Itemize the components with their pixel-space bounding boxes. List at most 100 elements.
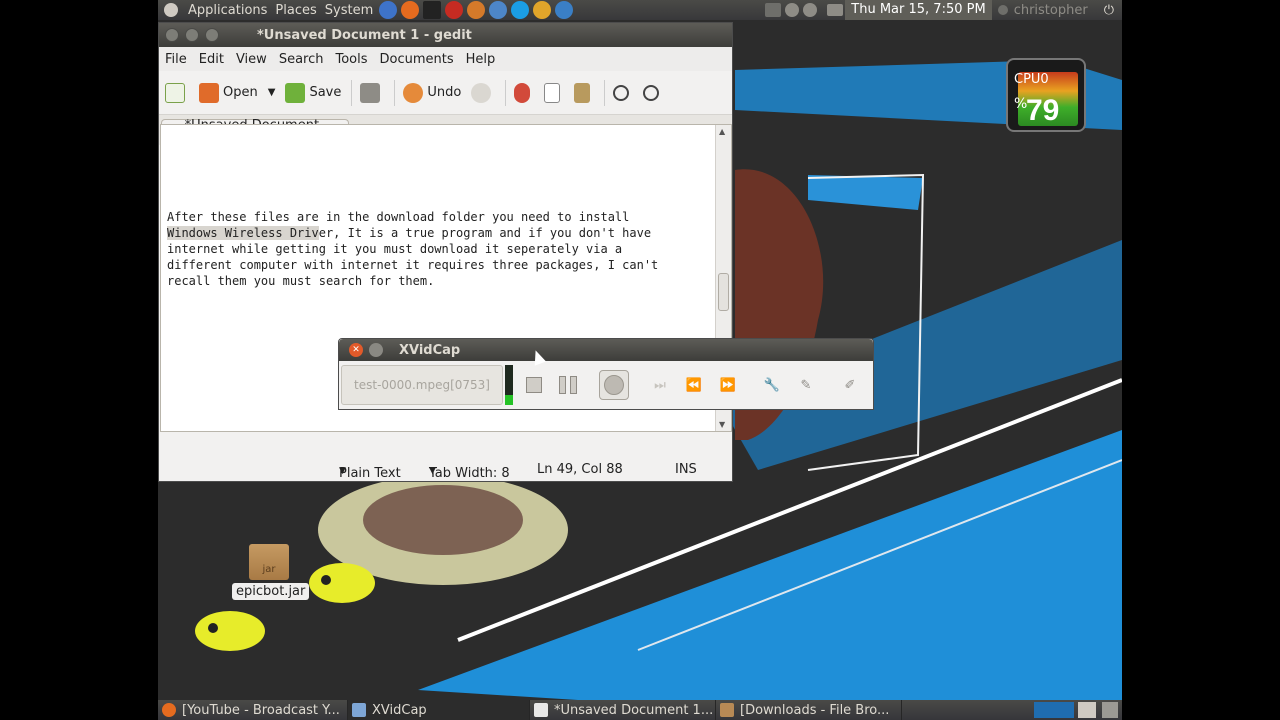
browser-icon[interactable] <box>555 1 574 19</box>
replace-button[interactable] <box>643 84 663 101</box>
thunderbird-icon[interactable] <box>489 1 508 19</box>
undo-button[interactable]: Undo <box>403 82 461 103</box>
menu-help[interactable]: Help <box>460 52 502 67</box>
scroll-up-icon[interactable]: ▲ <box>719 127 725 136</box>
print-button[interactable] <box>360 82 384 103</box>
close-icon[interactable] <box>165 28 179 42</box>
clock[interactable]: Thu Mar 15, 7:50 PM <box>845 0 992 20</box>
close-icon[interactable]: ✕ <box>349 343 363 357</box>
shutdown-icon[interactable]: ⏻ <box>1104 3 1114 18</box>
pause-button[interactable] <box>553 369 583 401</box>
places-menu[interactable]: Places <box>271 0 320 20</box>
minimize-icon[interactable] <box>369 343 383 357</box>
text-editor-icon <box>534 703 548 717</box>
open-label: Open <box>223 85 258 100</box>
save-button[interactable]: Save <box>285 82 341 103</box>
skype-icon[interactable] <box>511 1 530 19</box>
people-icon[interactable] <box>467 1 486 19</box>
user-name[interactable]: christopher <box>1010 0 1092 20</box>
pencil-icon: ✎ <box>800 377 812 393</box>
open-button[interactable]: Open <box>199 82 258 103</box>
menu-view[interactable]: View <box>230 52 273 67</box>
jar-badge: jar <box>262 564 276 575</box>
step-forward-button[interactable]: ⏭ <box>645 369 675 401</box>
menu-tools[interactable]: Tools <box>329 52 373 67</box>
cut-button[interactable] <box>514 82 534 103</box>
workspace-switcher[interactable] <box>1034 702 1074 718</box>
desktop-icon-label: epicbot.jar <box>232 583 310 600</box>
edit-button[interactable]: ✎ <box>791 369 821 401</box>
redo-button[interactable] <box>471 82 495 103</box>
find-replace-icon <box>643 84 660 101</box>
paste-button[interactable] <box>574 82 594 103</box>
trash-icon[interactable] <box>1102 702 1118 718</box>
taskbar-item-downloads[interactable]: [Downloads - File Bro... <box>716 700 902 720</box>
brush-icon: ✐ <box>844 377 856 393</box>
new-button[interactable] <box>165 82 189 103</box>
maximize-icon[interactable] <box>205 28 219 42</box>
scroll-down-icon[interactable]: ▼ <box>719 420 725 429</box>
record-icon <box>599 370 629 400</box>
menu-file[interactable]: File <box>159 52 193 67</box>
chevron-down-icon: ▼ <box>429 466 436 476</box>
taskbar-label: XVidCap <box>372 702 427 718</box>
menu-documents[interactable]: Documents <box>374 52 460 67</box>
find-button[interactable] <box>613 84 633 101</box>
xvidcap-title: XVidCap <box>399 342 461 358</box>
scrollbar-thumb[interactable] <box>718 273 729 311</box>
xvidcap-titlebar[interactable]: ✕ XVidCap <box>339 339 873 361</box>
annotate-button[interactable]: ✐ <box>835 369 865 401</box>
user-status-icon <box>997 5 1008 15</box>
show-desktop-icon[interactable] <box>1078 702 1096 718</box>
chevron-down-icon: ▼ <box>267 87 276 98</box>
capture-level-meter <box>505 365 513 405</box>
step-forward-icon: ⏭ <box>654 377 666 393</box>
desktop-screen: Applications Places System Thu Mar 15, 7… <box>158 0 1122 720</box>
volume-icon[interactable] <box>803 3 818 17</box>
gedit-titlebar[interactable]: *Unsaved Document 1 - gedit <box>159 23 732 47</box>
status-bar: Plain Text ▼ Tab Width: 8 ▼ Ln 49, Col 8… <box>158 458 731 482</box>
toolbar: Open ▼ Save Undo <box>159 71 732 115</box>
selected-text: Windows Wireless Driv <box>167 226 319 240</box>
minimize-icon[interactable] <box>185 28 199 42</box>
clipboard-icon <box>574 82 591 103</box>
capture-filename[interactable]: test-0000.mpeg[0753] <box>341 365 503 405</box>
printer-icon <box>360 82 381 103</box>
ubuntu-logo-icon[interactable] <box>158 0 184 20</box>
power-icon[interactable] <box>445 1 464 19</box>
taskbar-item-youtube[interactable]: [YouTube - Broadcast Y... <box>158 700 348 720</box>
music-icon[interactable] <box>533 1 552 19</box>
record-button[interactable] <box>599 369 629 401</box>
cpu-value: 79 <box>1026 94 1060 127</box>
keyboard-icon[interactable] <box>765 3 782 17</box>
editor-text[interactable]: After these files are in the download fo… <box>167 209 717 289</box>
rewind-button[interactable]: ⏪ <box>679 369 709 401</box>
stop-button[interactable] <box>519 369 549 401</box>
firefox-icon <box>162 703 176 717</box>
menu-edit[interactable]: Edit <box>193 52 230 67</box>
system-menu[interactable]: System <box>321 0 377 20</box>
capture-level-fill <box>505 395 513 405</box>
toolbar-separator <box>604 79 606 106</box>
text-before-selection: After these files are in the download fo… <box>167 210 630 224</box>
applications-menu[interactable]: Applications <box>184 0 271 20</box>
redo-arrow-icon <box>471 82 492 103</box>
undo-arrow-icon <box>403 82 424 103</box>
wrench-icon: 🔧 <box>763 377 781 393</box>
copy-button[interactable] <box>544 82 564 103</box>
mail-icon[interactable] <box>827 4 844 16</box>
wifi-icon[interactable] <box>785 3 800 17</box>
menu-search[interactable]: Search <box>273 52 330 67</box>
language-label: Plain Text <box>339 466 401 481</box>
taskbar-item-gedit[interactable]: *Unsaved Document 1... <box>530 700 716 720</box>
toolbar-separator <box>394 79 396 106</box>
preferences-button[interactable]: 🔧 <box>757 369 787 401</box>
fast-forward-icon: ⏩ <box>719 377 737 393</box>
firefox-icon[interactable] <box>401 1 420 19</box>
desktop-icon-epicbot[interactable]: jar epicbot.jar <box>232 544 310 600</box>
help-icon[interactable] <box>379 1 398 19</box>
taskbar-item-xvidcap[interactable]: XVidCap <box>348 700 530 720</box>
open-recent-dropdown[interactable]: ▼ <box>268 87 276 98</box>
terminal-icon[interactable] <box>423 1 442 19</box>
fast-forward-button[interactable]: ⏩ <box>713 369 743 401</box>
